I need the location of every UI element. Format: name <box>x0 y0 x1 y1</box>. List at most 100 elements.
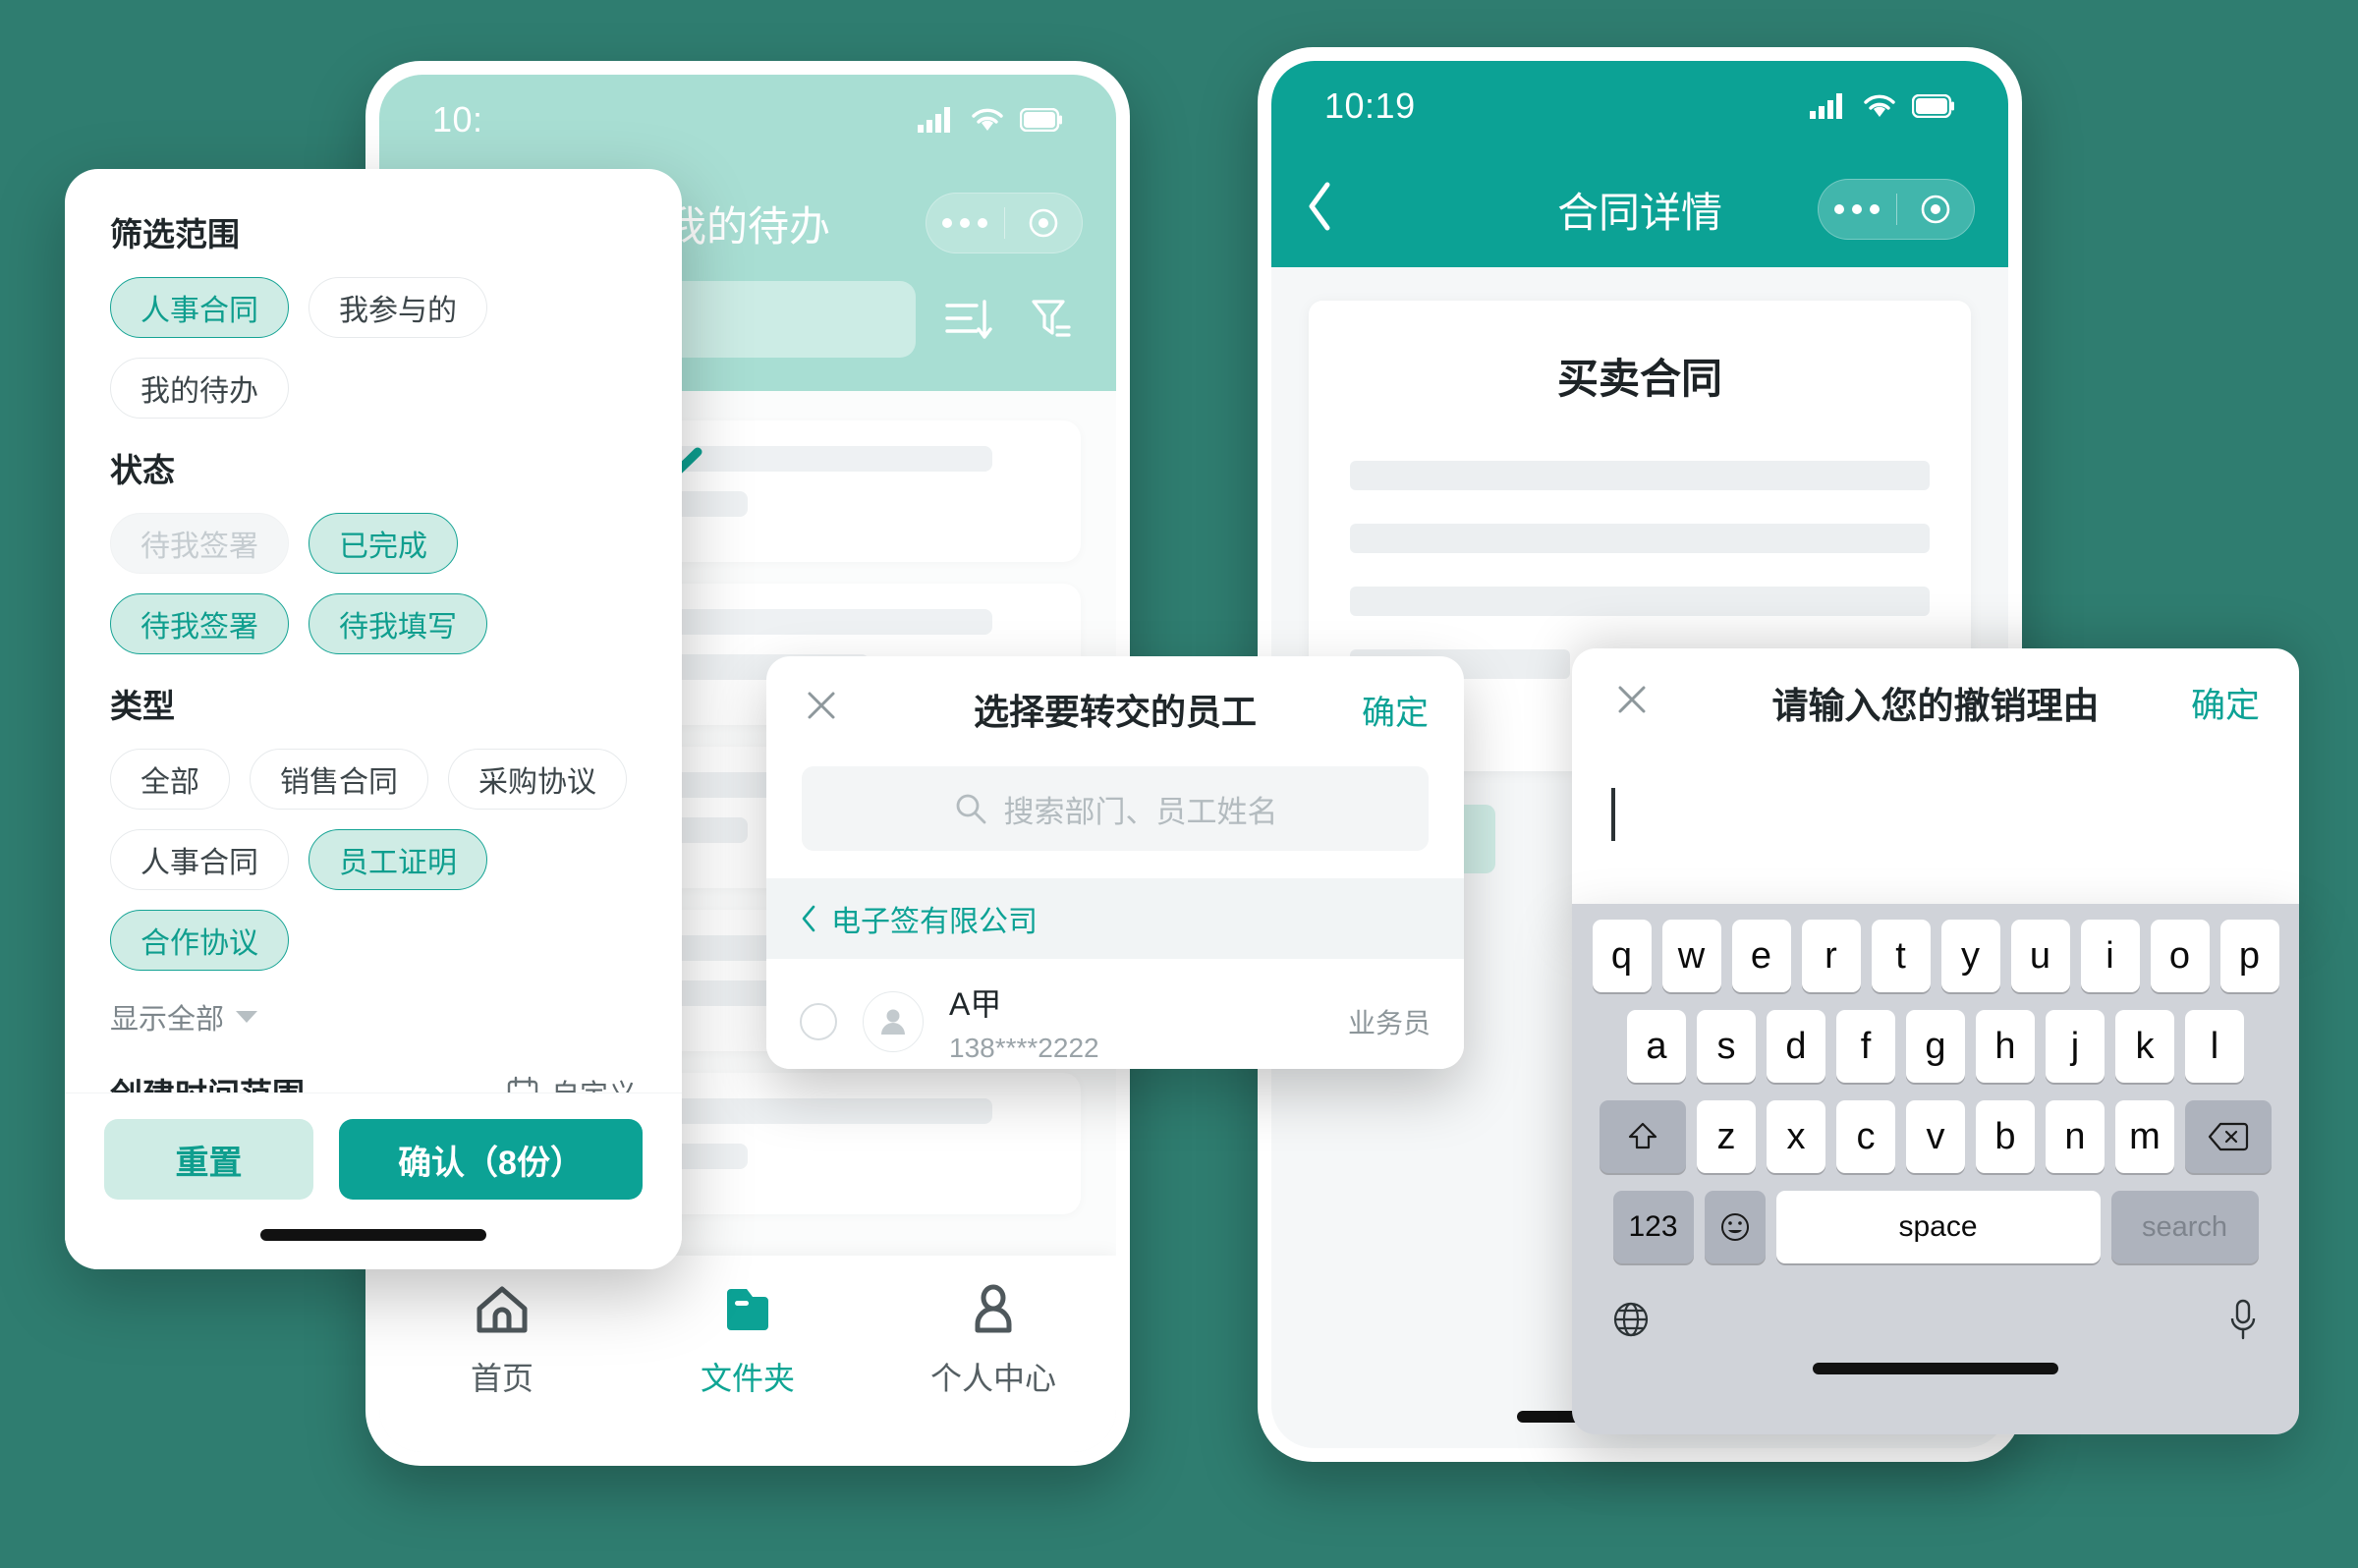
close-icon[interactable] <box>802 686 841 733</box>
chip-type-0[interactable]: 全部 <box>110 749 230 810</box>
chip-status-2[interactable]: 待我签署 <box>110 593 289 654</box>
key-r[interactable]: r <box>1801 920 1861 992</box>
tab-folder[interactable]: 文件夹 <box>625 1281 870 1399</box>
virtual-keyboard: q w e r t y u i o p a s d f g h j k l z <box>1572 904 2299 1434</box>
text-caret <box>1611 788 1615 841</box>
key-search[interactable]: search <box>2110 1191 2259 1263</box>
target-icon[interactable] <box>1005 205 1083 241</box>
employee-list: A甲 138****2222 业务员 阿黄 138****2222 业务员 <box>766 959 1464 1069</box>
tab-profile[interactable]: 个人中心 <box>870 1281 1116 1399</box>
revoke-reason-input[interactable] <box>1572 788 2299 841</box>
key-e[interactable]: e <box>1731 920 1791 992</box>
tab-home[interactable]: 首页 <box>379 1281 625 1399</box>
close-icon[interactable] <box>1611 679 1653 727</box>
key-x[interactable]: x <box>1767 1100 1825 1173</box>
emoji-icon[interactable] <box>1704 1191 1766 1263</box>
key-s[interactable]: s <box>1697 1010 1756 1083</box>
detail-header: 10:19 合同详情 <box>1271 61 2008 267</box>
keyboard-row-1: q w e r t y u i o p <box>1582 920 2289 992</box>
employee-name: A甲 <box>949 986 1002 1022</box>
chip-scope-1[interactable]: 我参与的 <box>309 277 487 338</box>
keyboard-bottom-row <box>1582 1281 2289 1347</box>
shift-icon[interactable] <box>1600 1100 1686 1173</box>
key-a[interactable]: a <box>1627 1010 1686 1083</box>
confirm-button[interactable]: 确认（8份） <box>339 1119 643 1200</box>
key-t[interactable]: t <box>1871 920 1931 992</box>
chip-scope-0[interactable]: 人事合同 <box>110 277 289 338</box>
revoke-reason-dialog: 请输入您的撤销理由 确定 <box>1572 648 2299 943</box>
key-m[interactable]: m <box>2115 1100 2174 1173</box>
chip-type-1[interactable]: 销售合同 <box>250 749 428 810</box>
keyboard-row-2: a s d f g h j k l <box>1582 1010 2289 1083</box>
more-icon[interactable] <box>926 218 1004 228</box>
tab-profile-label: 个人中心 <box>929 1361 1056 1396</box>
mini-program-capsule[interactable] <box>926 193 1083 253</box>
key-z[interactable]: z <box>1697 1100 1756 1173</box>
sort-icon[interactable] <box>941 292 996 347</box>
section-title-scope: 筛选范围 <box>110 216 240 252</box>
more-icon[interactable] <box>1819 204 1896 214</box>
employee-search-input[interactable]: 搜索部门、员工姓名 <box>802 766 1429 851</box>
key-o[interactable]: o <box>2150 920 2210 992</box>
tab-home-label: 首页 <box>470 1361 533 1396</box>
globe-icon[interactable] <box>1609 1298 1653 1346</box>
chip-group-status: 待我签署 已完成 待我签署 待我填写 <box>110 513 637 654</box>
revoke-dialog-header: 请输入您的撤销理由 确定 <box>1572 648 2299 756</box>
key-k[interactable]: k <box>2115 1010 2174 1083</box>
key-u[interactable]: u <box>2010 920 2070 992</box>
key-numbers[interactable]: 123 <box>1612 1191 1694 1263</box>
employee-phone: 138****2222 <box>949 1033 1099 1063</box>
signal-icon <box>1810 93 1842 119</box>
key-b[interactable]: b <box>1976 1100 2035 1173</box>
show-all-toggle[interactable]: 显示全部 <box>110 996 637 1037</box>
key-w[interactable]: w <box>1661 920 1721 992</box>
key-d[interactable]: d <box>1767 1010 1825 1083</box>
chip-type-2[interactable]: 采购协议 <box>448 749 627 810</box>
key-j[interactable]: j <box>2046 1010 2105 1083</box>
key-y[interactable]: y <box>1940 920 2000 992</box>
chip-status-1[interactable]: 已完成 <box>309 513 458 574</box>
chevron-left-icon[interactable] <box>1305 181 1334 239</box>
key-g[interactable]: g <box>1906 1010 1965 1083</box>
employee-row[interactable]: A甲 138****2222 业务员 <box>766 959 1464 1069</box>
status-icons <box>918 107 1063 133</box>
chip-type-4[interactable]: 员工证明 <box>309 829 487 890</box>
chip-status-3[interactable]: 待我填写 <box>309 593 487 654</box>
confirm-button[interactable]: 确定 <box>2191 678 2260 728</box>
employee-radio[interactable] <box>800 1003 837 1040</box>
key-n[interactable]: n <box>2046 1100 2105 1173</box>
key-i[interactable]: i <box>2080 920 2140 992</box>
chip-type-5[interactable]: 合作协议 <box>110 910 289 971</box>
home-indicator <box>260 1229 486 1241</box>
key-p[interactable]: p <box>2219 920 2279 992</box>
employee-info: A甲 138****2222 <box>949 980 1322 1064</box>
home-icon <box>477 1286 528 1333</box>
breadcrumb-label: 电子签有限公司 <box>831 906 1038 938</box>
key-v[interactable]: v <box>1906 1100 1965 1173</box>
status-time: 10:19 <box>1324 85 1416 126</box>
target-icon[interactable] <box>1897 192 1975 227</box>
key-q[interactable]: q <box>1592 920 1652 992</box>
microphone-icon[interactable] <box>2224 1297 2262 1347</box>
section-title-type: 类型 <box>110 688 175 724</box>
key-space[interactable]: space <box>1775 1191 2101 1263</box>
chip-type-3[interactable]: 人事合同 <box>110 829 289 890</box>
chip-scope-2[interactable]: 我的待办 <box>110 358 289 419</box>
confirm-button[interactable]: 确定 <box>1362 686 1429 734</box>
breadcrumb[interactable]: 电子签有限公司 <box>766 878 1464 959</box>
chevron-left-icon <box>802 905 815 932</box>
chip-status-0[interactable]: 待我签署 <box>110 513 289 574</box>
key-l[interactable]: l <box>2185 1010 2244 1083</box>
key-c[interactable]: c <box>1836 1100 1895 1173</box>
show-all-label: 显示全部 <box>110 1004 225 1036</box>
funnel-icon[interactable] <box>1022 292 1077 347</box>
backspace-icon[interactable] <box>2185 1100 2272 1173</box>
screenshot-stage: 10: 我的待办 首页 文件夹 个人中心 10:19 合同详情 买卖合同 筛选范… <box>0 0 2358 1568</box>
signal-icon <box>918 107 950 133</box>
mini-program-capsule[interactable] <box>1818 179 1975 240</box>
key-f[interactable]: f <box>1836 1010 1895 1083</box>
document-line <box>1350 461 1930 490</box>
reset-button[interactable]: 重置 <box>104 1119 314 1200</box>
key-h[interactable]: h <box>1976 1010 2035 1083</box>
person-icon <box>975 1284 1012 1333</box>
